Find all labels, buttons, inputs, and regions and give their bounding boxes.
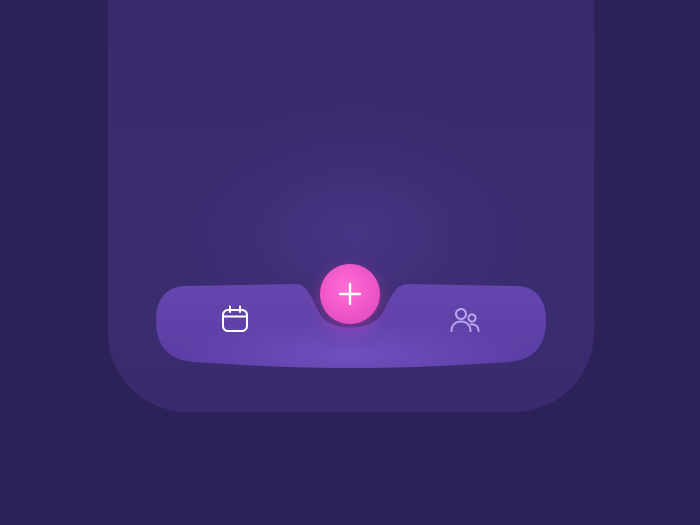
tab-calendar[interactable] <box>219 303 251 335</box>
tab-people[interactable] <box>449 304 481 336</box>
people-icon <box>450 308 480 332</box>
add-button[interactable] <box>320 264 380 324</box>
plus-icon <box>338 282 362 306</box>
calendar-icon <box>222 305 248 332</box>
